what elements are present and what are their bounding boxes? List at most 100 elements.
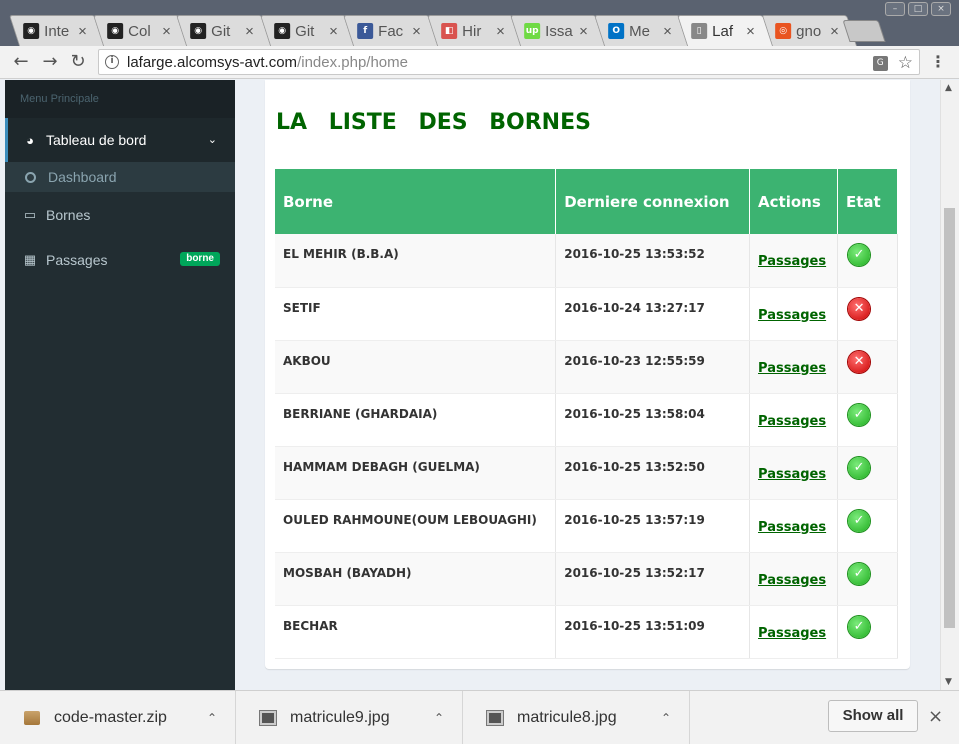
browser-tab[interactable]: ◧ Hir × — [426, 15, 523, 46]
github-icon: ◉ — [23, 23, 40, 39]
back-arrow-icon[interactable]: ← — [10, 51, 32, 73]
browser-tab-content: up Issa × — [516, 16, 600, 46]
address-bar[interactable]: i lafarge.alcomsys-avt.com/index.php/hom… — [98, 49, 920, 75]
cell-borne: OULED RAHMOUNE(OUM LEBOUAGHI) — [275, 499, 557, 553]
close-window-icon[interactable]: × — [931, 2, 951, 16]
url-path: /index.php/home — [297, 53, 408, 71]
cell-borne: HAMMAM DEBAGH (GUELMA) — [275, 446, 557, 500]
cell-etat: ✓ — [837, 552, 898, 606]
passages-link[interactable]: Passages — [758, 573, 826, 588]
cell-actions: Passages — [749, 605, 839, 659]
browser-tab[interactable]: ▯ Laf × — [676, 15, 774, 46]
downloads-bar: code-master.zip ⌃ matricule9.jpg ⌃ matri… — [0, 690, 959, 744]
chevron-up-icon[interactable]: ⌃ — [434, 711, 444, 725]
page-scrollbar[interactable]: ▲ ▼ — [940, 80, 959, 690]
browser-tab[interactable]: ◉ Col × — [92, 15, 189, 46]
tab-close-icon[interactable]: × — [830, 23, 839, 40]
cell-actions: Passages — [749, 340, 839, 394]
cell-actions: Passages — [749, 552, 839, 606]
laptop-icon: ▭ — [23, 207, 37, 222]
browser-tab[interactable]: up Issa × — [509, 15, 607, 46]
check-circle-icon: ✓ — [848, 244, 871, 266]
tab-close-icon[interactable]: × — [412, 23, 421, 40]
translate-icon[interactable]: G — [872, 55, 888, 71]
download-item[interactable]: matricule8.jpg ⌃ — [463, 691, 690, 744]
forward-arrow-icon[interactable]: → — [39, 51, 61, 73]
browser-tab-title: Inte — [44, 22, 70, 40]
upwork-icon: up — [524, 23, 541, 39]
tab-close-icon[interactable]: × — [78, 23, 87, 40]
tab-close-icon[interactable]: × — [496, 23, 505, 40]
bookmark-star-icon[interactable]: ☆ — [898, 53, 913, 73]
dashboard-icon: ◕ — [26, 132, 34, 148]
browser-tab[interactable]: ◎ gno × — [760, 15, 857, 46]
passages-link[interactable]: Passages — [758, 414, 826, 429]
download-item[interactable]: code-master.zip ⌃ — [0, 691, 236, 744]
cell-actions: Passages — [749, 499, 839, 553]
cell-derniere-connexion: 2016-10-24 13:27:17 — [555, 287, 751, 341]
page-icon: ▯ — [691, 23, 708, 39]
minimize-icon[interactable]: – — [885, 2, 905, 16]
scroll-down-arrow-icon[interactable]: ▼ — [945, 677, 952, 687]
tab-close-icon[interactable]: × — [579, 23, 588, 40]
chevron-up-icon[interactable]: ⌃ — [207, 711, 217, 725]
scroll-up-arrow-icon[interactable]: ▲ — [945, 83, 952, 93]
sidebar-item-label: Dashboard — [48, 169, 117, 185]
passages-link[interactable]: Passages — [758, 467, 826, 482]
browser-tab[interactable]: ◉ Inte × — [8, 15, 106, 46]
browser-tab[interactable]: ◉ Git × — [259, 15, 356, 46]
outlook-icon: O — [607, 23, 624, 39]
close-icon[interactable]: × — [928, 706, 943, 727]
browser-tab-content: ◉ Git × — [182, 16, 266, 46]
table-row: SETIF 2016-10-24 13:27:17 Passages ✕ — [275, 287, 898, 341]
sidebar-item-label: Tableau de bord — [46, 132, 147, 148]
github-icon: ◉ — [273, 23, 290, 39]
window-controls: – □ × — [885, 2, 951, 16]
tab-close-icon[interactable]: × — [746, 23, 755, 40]
sidebar-subitem-dashboard[interactable]: Dashboard — [5, 162, 235, 192]
check-circle-icon: ✓ — [848, 615, 871, 638]
cell-borne: MOSBAH (BAYADH) — [275, 552, 557, 606]
browser-tab[interactable]: f Fac × — [342, 15, 440, 46]
cell-etat: ✓ — [837, 234, 898, 288]
sidebar-item-tableau-de-bord[interactable]: ◕ Tableau de bord ⌄ — [5, 118, 235, 162]
check-circle-icon: ✓ — [848, 456, 871, 479]
cell-borne: AKBOU — [275, 340, 557, 394]
browser-tab-content: ◎ gno × — [767, 16, 851, 46]
maximize-icon[interactable]: □ — [908, 2, 928, 16]
cell-etat: ✓ — [837, 393, 898, 447]
passages-link[interactable]: Passages — [758, 308, 826, 323]
download-file-name: code-master.zip — [54, 709, 167, 726]
cell-derniere-connexion: 2016-10-25 13:53:52 — [555, 234, 751, 288]
browser-tab[interactable]: ◉ Git × — [175, 15, 273, 46]
info-icon[interactable]: i — [105, 55, 119, 69]
cell-borne: BECHAR — [275, 605, 557, 659]
tab-close-icon[interactable]: × — [663, 23, 672, 40]
browser-tab-title: Fac — [378, 22, 404, 40]
sidebar-item-bornes[interactable]: ▭ Bornes — [5, 192, 235, 238]
cell-borne: EL MEHIR (B.B.A) — [275, 234, 557, 288]
reload-icon[interactable]: ↻ — [67, 51, 89, 73]
passages-link[interactable]: Passages — [758, 626, 826, 641]
new-tab-button[interactable] — [842, 20, 886, 42]
sidebar-item-label: Passages — [46, 252, 108, 268]
scrollbar-thumb[interactable] — [944, 208, 955, 628]
browser-tab[interactable]: O Me × — [593, 15, 690, 46]
passages-link[interactable]: Passages — [758, 254, 826, 269]
browser-tab-title: Hir — [461, 22, 481, 40]
tab-close-icon[interactable]: × — [329, 23, 338, 40]
tab-close-icon[interactable]: × — [245, 23, 254, 40]
cell-etat: ✓ — [837, 605, 898, 659]
kebab-menu-icon[interactable]: ⋮ — [930, 52, 946, 71]
sidebar-item-passages[interactable]: ▦ Passages borne — [5, 238, 235, 282]
table-header-row: Borne Derniere connexion Actions Etat — [275, 169, 898, 234]
column-header-derniere-connexion: Derniere connexion — [555, 169, 751, 234]
column-header-actions: Actions — [749, 169, 839, 234]
chevron-up-icon[interactable]: ⌃ — [661, 711, 671, 725]
facebook-icon: f — [357, 23, 374, 39]
passages-link[interactable]: Passages — [758, 361, 826, 376]
passages-link[interactable]: Passages — [758, 520, 826, 535]
show-all-button[interactable]: Show all — [828, 700, 918, 732]
download-item[interactable]: matricule9.jpg ⌃ — [236, 691, 463, 744]
tab-close-icon[interactable]: × — [162, 23, 171, 40]
